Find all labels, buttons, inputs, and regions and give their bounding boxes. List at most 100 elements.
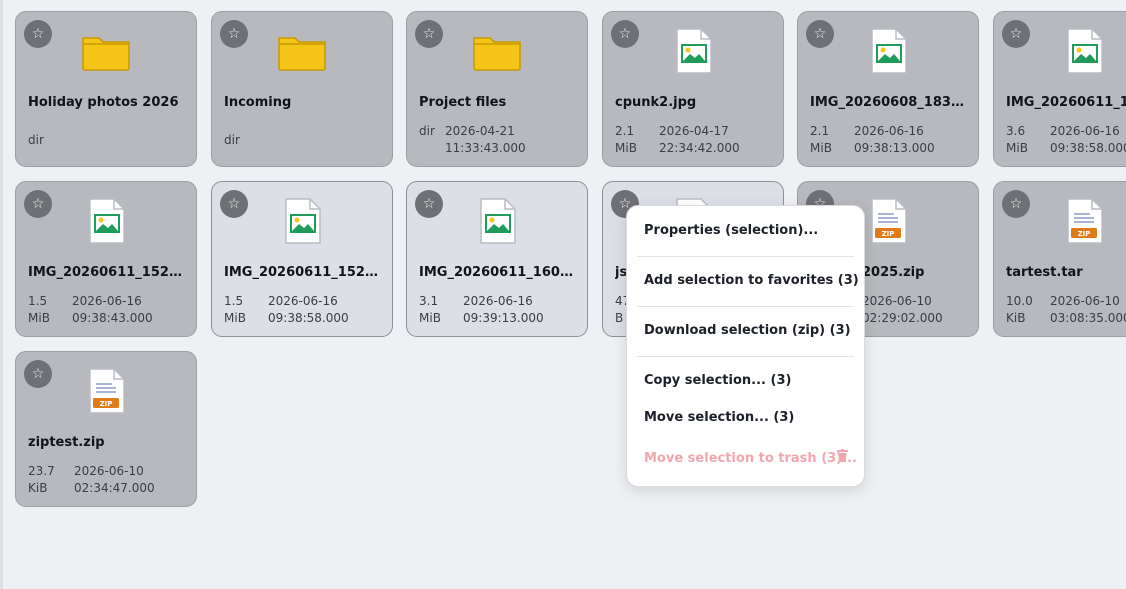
file-size-value: 1.5 bbox=[28, 294, 48, 308]
menu-item-download-zip[interactable]: Download selection (zip) (3) bbox=[644, 319, 852, 343]
file-name: IMG_20260611_16002... bbox=[419, 265, 577, 280]
file-size-unit: KiB bbox=[28, 481, 48, 495]
file-date: 2026-06-16 09:38:13.000 bbox=[854, 123, 935, 157]
file-date-day: 2026-06-10 bbox=[1050, 294, 1120, 308]
menu-item-add-to-favorites[interactable]: Add selection to favorites (3) bbox=[644, 269, 859, 293]
file-size-value: 2.1 bbox=[810, 124, 830, 138]
file-size-unit: B bbox=[615, 311, 624, 325]
zip-file-icon: ZIP bbox=[1067, 198, 1103, 244]
menu-item-properties[interactable]: Properties (selection)... bbox=[644, 219, 852, 243]
file-date: 2026-06-10 02:34:47.000 bbox=[74, 463, 155, 497]
file-name: 2025.zip bbox=[862, 265, 925, 280]
file-date-day: 2026-06-16 bbox=[463, 294, 533, 308]
favorite-star-icon[interactable]: ☆ bbox=[24, 190, 52, 218]
file-card[interactable]: ☆ IMG_20260608_18300... 2.1 MiB 2026-06-1… bbox=[797, 11, 979, 167]
file-size-unit: MiB bbox=[810, 141, 832, 155]
file-size-value: 10.0 bbox=[1006, 294, 1033, 308]
file-size: dir bbox=[419, 124, 435, 138]
file-size-value: 1.5 bbox=[224, 294, 244, 308]
favorite-star-icon[interactable]: ☆ bbox=[220, 190, 248, 218]
file-date-day: 2026-06-16 bbox=[72, 294, 142, 308]
file-card[interactable]: ☆ Holiday photos 2026 dir bbox=[15, 11, 197, 167]
file-date: 2026-06-16 09:38:58.000 bbox=[268, 293, 349, 327]
file-date-day: 2026-06-16 bbox=[854, 124, 924, 138]
favorite-star-icon[interactable]: ☆ bbox=[806, 20, 834, 48]
file-size: dir bbox=[224, 133, 240, 147]
file-date-time: 11:33:43.000 bbox=[445, 141, 526, 155]
file-size: dir bbox=[28, 133, 44, 147]
menu-separator bbox=[637, 306, 854, 307]
file-date-time: 09:39:13.000 bbox=[463, 311, 544, 325]
zip-file-icon: ZIP bbox=[89, 368, 125, 414]
zip-badge-text: ZIP bbox=[1078, 230, 1091, 238]
file-card[interactable]: ☆ ZIP ziptest.zip 23.7 KiB 2026-06-10 02:3… bbox=[15, 351, 197, 507]
file-date-time: 02:29:02.000 bbox=[862, 311, 943, 325]
file-card[interactable]: ☆ Incoming dir bbox=[211, 11, 393, 167]
file-date-day: 2026-06-16 bbox=[268, 294, 338, 308]
file-card[interactable]: ☆ IMG_20260611_15205... 1.5 MiB 2026-06-1… bbox=[15, 181, 197, 337]
file-size-unit: MiB bbox=[224, 311, 246, 325]
favorite-star-icon[interactable]: ☆ bbox=[415, 20, 443, 48]
file-date-day: 2026-04-21 bbox=[445, 124, 515, 138]
image-file-icon bbox=[89, 198, 125, 244]
file-card[interactable]: ☆ IMG_20260611_152 3.6 MiB 2026-06-16 09:3… bbox=[993, 11, 1126, 167]
file-size-unit: MiB bbox=[615, 141, 637, 155]
file-date-day: 2026-06-16 bbox=[1050, 124, 1120, 138]
file-date-time: 02:34:47.000 bbox=[74, 481, 155, 495]
file-card-selected[interactable]: ☆ IMG_20260611_15210... 1.5 MiB 2026-06-1… bbox=[211, 181, 393, 337]
image-file-icon bbox=[285, 198, 321, 244]
context-menu: Properties (selection)... Add selection … bbox=[626, 205, 865, 487]
favorite-star-icon[interactable]: ☆ bbox=[1002, 190, 1030, 218]
file-card[interactable]: ☆ cpunk2.jpg 2.1 MiB 2026-04-17 22:34:42.0… bbox=[602, 11, 784, 167]
file-size-value: 3.6 bbox=[1006, 124, 1026, 138]
file-name: Project files bbox=[419, 95, 507, 110]
menu-separator bbox=[637, 256, 854, 257]
trash-icon bbox=[837, 449, 848, 462]
file-date-time: 09:38:58.000 bbox=[1050, 141, 1126, 155]
file-name: IMG_20260611_152 bbox=[1006, 95, 1126, 110]
file-date: 2026-04-21 11:33:43.000 bbox=[445, 123, 526, 157]
file-date-day: 2026-06-10 bbox=[862, 294, 932, 308]
menu-item-copy[interactable]: Copy selection... (3) bbox=[644, 369, 852, 393]
file-date: 2026-06-10 03:08:35.000 bbox=[1050, 293, 1126, 327]
favorite-star-icon[interactable]: ☆ bbox=[24, 20, 52, 48]
favorite-star-icon[interactable]: ☆ bbox=[1002, 20, 1030, 48]
file-grid: ☆ Holiday photos 2026 dir ☆ Incoming dir… bbox=[0, 0, 1126, 589]
file-name: tartest.tar bbox=[1006, 265, 1083, 280]
folder-icon bbox=[82, 37, 130, 71]
favorite-star-icon[interactable]: ☆ bbox=[24, 360, 52, 388]
menu-item-move[interactable]: Move selection... (3) bbox=[644, 406, 852, 430]
file-card[interactable]: ☆ Project files dir 2026-04-21 11:33:43.0… bbox=[406, 11, 588, 167]
favorite-star-icon[interactable]: ☆ bbox=[611, 20, 639, 48]
folder-icon bbox=[278, 37, 326, 71]
file-size: 2.1 MiB bbox=[615, 123, 637, 157]
file-date: 2026-04-17 22:34:42.000 bbox=[659, 123, 740, 157]
file-name: ziptest.zip bbox=[28, 435, 105, 450]
file-date-time: 22:34:42.000 bbox=[659, 141, 740, 155]
file-size-value: 2.1 bbox=[615, 124, 635, 138]
menu-separator bbox=[637, 356, 854, 357]
file-size-unit: MiB bbox=[419, 311, 441, 325]
zip-badge-text: ZIP bbox=[100, 400, 113, 408]
file-size: 10.0 KiB bbox=[1006, 293, 1033, 327]
zip-file-icon: ZIP bbox=[871, 198, 907, 244]
file-date: 2026-06-16 09:39:13.000 bbox=[463, 293, 544, 327]
file-date-time: 09:38:13.000 bbox=[854, 141, 935, 155]
file-name: IMG_20260611_15210... bbox=[224, 265, 382, 280]
favorite-star-icon[interactable]: ☆ bbox=[415, 190, 443, 218]
image-file-icon bbox=[480, 198, 516, 244]
file-card[interactable]: ☆ ZIP tartest.tar 10.0 KiB 2026-06-10 03:0… bbox=[993, 181, 1126, 337]
file-date-time: 09:38:58.000 bbox=[268, 311, 349, 325]
file-name: IMG_20260611_15205... bbox=[28, 265, 186, 280]
file-size-value: 3.1 bbox=[419, 294, 439, 308]
zip-badge-text: ZIP bbox=[882, 230, 895, 238]
file-name: cpunk2.jpg bbox=[615, 95, 697, 110]
image-file-icon bbox=[1067, 28, 1103, 74]
menu-item-move-to-trash: Move selection to trash (3)... bbox=[644, 451, 857, 466]
file-name: IMG_20260608_18300... bbox=[810, 95, 968, 110]
favorite-star-icon[interactable]: ☆ bbox=[220, 20, 248, 48]
file-date-day: 2026-04-17 bbox=[659, 124, 729, 138]
file-date-time: 03:08:35.000 bbox=[1050, 311, 1126, 325]
file-size-unit: KiB bbox=[1006, 311, 1026, 325]
file-card-selected[interactable]: ☆ IMG_20260611_16002... 3.1 MiB 2026-06-1… bbox=[406, 181, 588, 337]
